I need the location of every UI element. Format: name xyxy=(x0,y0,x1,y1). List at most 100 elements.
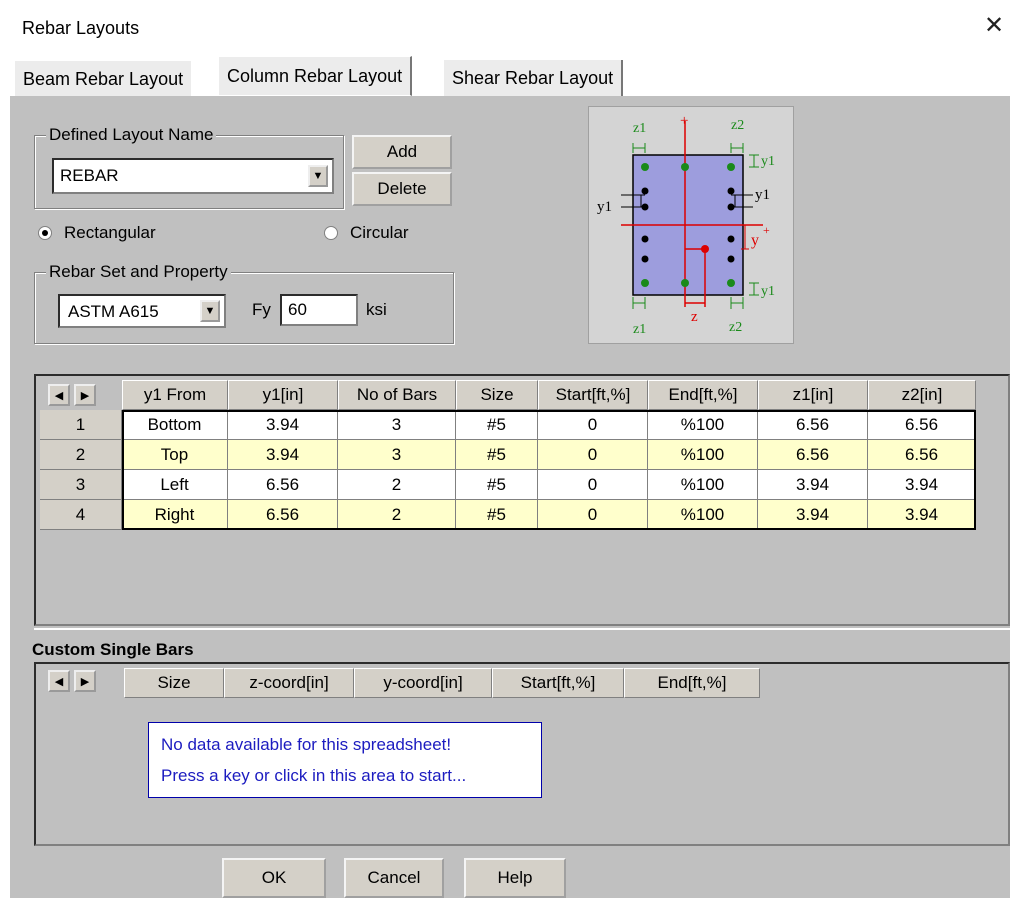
table-cell[interactable]: 3 xyxy=(338,410,456,440)
column-section-diagram: + y + z z1 z2 z1 z2 y1 y1 y1 y1 xyxy=(588,106,794,344)
title-bar xyxy=(0,0,1010,56)
fy-label: Fy xyxy=(252,300,271,319)
table-cell[interactable]: Top xyxy=(122,440,228,470)
column-header[interactable]: z1[in] xyxy=(758,380,868,410)
plus-label: + xyxy=(680,113,688,129)
column-header[interactable]: End[ft,%] xyxy=(648,380,758,410)
table-cell[interactable]: #5 xyxy=(456,440,538,470)
row-header[interactable]: 4 xyxy=(40,500,122,530)
custom-column-header[interactable]: End[ft,%] xyxy=(624,668,760,698)
table-cell[interactable]: %100 xyxy=(648,410,758,440)
table-cell[interactable]: 3.94 xyxy=(228,410,338,440)
custom-column-header[interactable]: Start[ft,%] xyxy=(492,668,624,698)
section-divider xyxy=(34,628,1010,630)
material-value: ASTM A615 xyxy=(68,302,159,321)
table-cell[interactable]: %100 xyxy=(648,470,758,500)
fy-unit: ksi xyxy=(366,300,387,319)
column-header[interactable]: Size xyxy=(456,380,538,410)
custom-bars-title: Custom Single Bars xyxy=(32,640,194,659)
close-icon[interactable]: ✕ xyxy=(984,14,1004,38)
table-cell[interactable]: 6.56 xyxy=(758,440,868,470)
custom-column-header[interactable]: Size xyxy=(124,668,224,698)
layout-name-value: REBAR xyxy=(60,166,119,185)
table-cell[interactable]: Left xyxy=(122,470,228,500)
nav-left-icon[interactable]: ◀ xyxy=(48,384,70,406)
custom-bars-grid[interactable]: ◀ ▶ Size z-coord[in] y-coord[in] Start[ft,%… xyxy=(34,662,1010,846)
table-cell[interactable]: 2 xyxy=(338,500,456,530)
help-button[interactable]: Help xyxy=(464,858,566,898)
column-header[interactable]: y1 From xyxy=(122,380,228,410)
cancel-button[interactable]: Cancel xyxy=(344,858,444,898)
nav-right-icon[interactable]: ▶ xyxy=(74,384,96,406)
tab-shear-rebar-layout[interactable]: Shear Rebar Layout xyxy=(444,60,624,96)
table-cell[interactable]: #5 xyxy=(456,410,538,440)
z2-top-label: z2 xyxy=(731,118,744,133)
tab-beam-rebar-layout[interactable]: Beam Rebar Layout xyxy=(14,60,192,96)
chevron-down-icon[interactable]: ▼ xyxy=(200,300,220,322)
table-cell[interactable]: 6.56 xyxy=(758,410,868,440)
table-cell[interactable]: 3.94 xyxy=(758,470,868,500)
column-header[interactable]: y1[in] xyxy=(228,380,338,410)
rectangular-label: Rectangular xyxy=(64,223,156,242)
rectangular-radio[interactable] xyxy=(38,226,52,240)
table-cell[interactable]: 0 xyxy=(538,470,648,500)
fy-input[interactable]: 60 xyxy=(280,294,358,326)
y1-top-label: y1 xyxy=(761,154,775,169)
nav-left-icon[interactable]: ◀ xyxy=(48,670,70,692)
table-cell[interactable]: 6.56 xyxy=(228,470,338,500)
empty-message-line2: Press a key or click in this area to sta… xyxy=(161,766,467,785)
table-cell[interactable]: 0 xyxy=(538,500,648,530)
rebar-set-group-label: Rebar Set and Property xyxy=(46,262,231,282)
table-cell[interactable]: 3 xyxy=(338,440,456,470)
section-svg: + y + z z1 z2 z1 z2 y1 y1 y1 y1 xyxy=(597,113,775,337)
column-header[interactable]: z2[in] xyxy=(868,380,976,410)
origin-dot xyxy=(701,245,709,253)
table-cell[interactable]: 6.56 xyxy=(868,440,976,470)
custom-column-header[interactable]: y-coord[in] xyxy=(354,668,492,698)
nav-right-icon[interactable]: ▶ xyxy=(74,670,96,692)
z-label: z xyxy=(691,309,698,325)
column-header[interactable]: Start[ft,%] xyxy=(538,380,648,410)
table-cell[interactable]: Bottom xyxy=(122,410,228,440)
z2-bottom-label: z2 xyxy=(729,320,742,335)
row-header[interactable]: 2 xyxy=(40,440,122,470)
row-header[interactable]: 1 xyxy=(40,410,122,440)
row-header[interactable]: 3 xyxy=(40,470,122,500)
z1-bottom-label: z1 xyxy=(633,322,646,337)
layout-name-dropdown[interactable]: REBAR ▼ xyxy=(52,158,334,194)
table-cell[interactable]: 6.56 xyxy=(228,500,338,530)
table-cell[interactable]: %100 xyxy=(648,500,758,530)
y1-left-label: y1 xyxy=(597,199,612,215)
tab-column-rebar-layout[interactable]: Column Rebar Layout xyxy=(218,56,413,96)
table-cell[interactable]: %100 xyxy=(648,440,758,470)
radio-selected-dot xyxy=(42,230,48,236)
material-dropdown[interactable]: ASTM A615 ▼ xyxy=(58,294,226,328)
table-cell[interactable]: 0 xyxy=(538,440,648,470)
add-button[interactable]: Add xyxy=(352,135,452,169)
column-header[interactable]: No of Bars xyxy=(338,380,456,410)
table-cell[interactable]: #5 xyxy=(456,470,538,500)
delete-button[interactable]: Delete xyxy=(352,172,452,206)
ok-button[interactable]: OK xyxy=(222,858,326,898)
y-plus-label: y xyxy=(751,232,759,249)
table-cell[interactable]: Right xyxy=(122,500,228,530)
chevron-down-icon[interactable]: ▼ xyxy=(308,165,328,187)
rebar-layout-grid[interactable]: ◀ ▶ y1 From y1[in] No of Bars Size Start[ft,… xyxy=(34,374,1010,626)
table-cell[interactable]: 0 xyxy=(538,410,648,440)
table-cell[interactable]: 3.94 xyxy=(868,500,976,530)
window-title: Rebar Layouts xyxy=(22,18,140,38)
svg-text:+: + xyxy=(763,223,770,237)
table-cell[interactable]: 6.56 xyxy=(868,410,976,440)
grid-nav: ◀ ▶ xyxy=(40,380,122,410)
layout-name-group-label: Defined Layout Name xyxy=(46,125,217,145)
empty-spreadsheet-message[interactable]: No data available for this spreadsheet! … xyxy=(148,722,542,798)
table-cell[interactable]: 2 xyxy=(338,470,456,500)
custom-column-header[interactable]: z-coord[in] xyxy=(224,668,354,698)
circular-label: Circular xyxy=(350,223,409,242)
table-cell[interactable]: 3.94 xyxy=(868,470,976,500)
table-cell[interactable]: 3.94 xyxy=(758,500,868,530)
table-cell[interactable]: 3.94 xyxy=(228,440,338,470)
table-cell[interactable]: #5 xyxy=(456,500,538,530)
circular-radio[interactable] xyxy=(324,226,338,240)
y1-bottom-label: y1 xyxy=(761,284,775,299)
